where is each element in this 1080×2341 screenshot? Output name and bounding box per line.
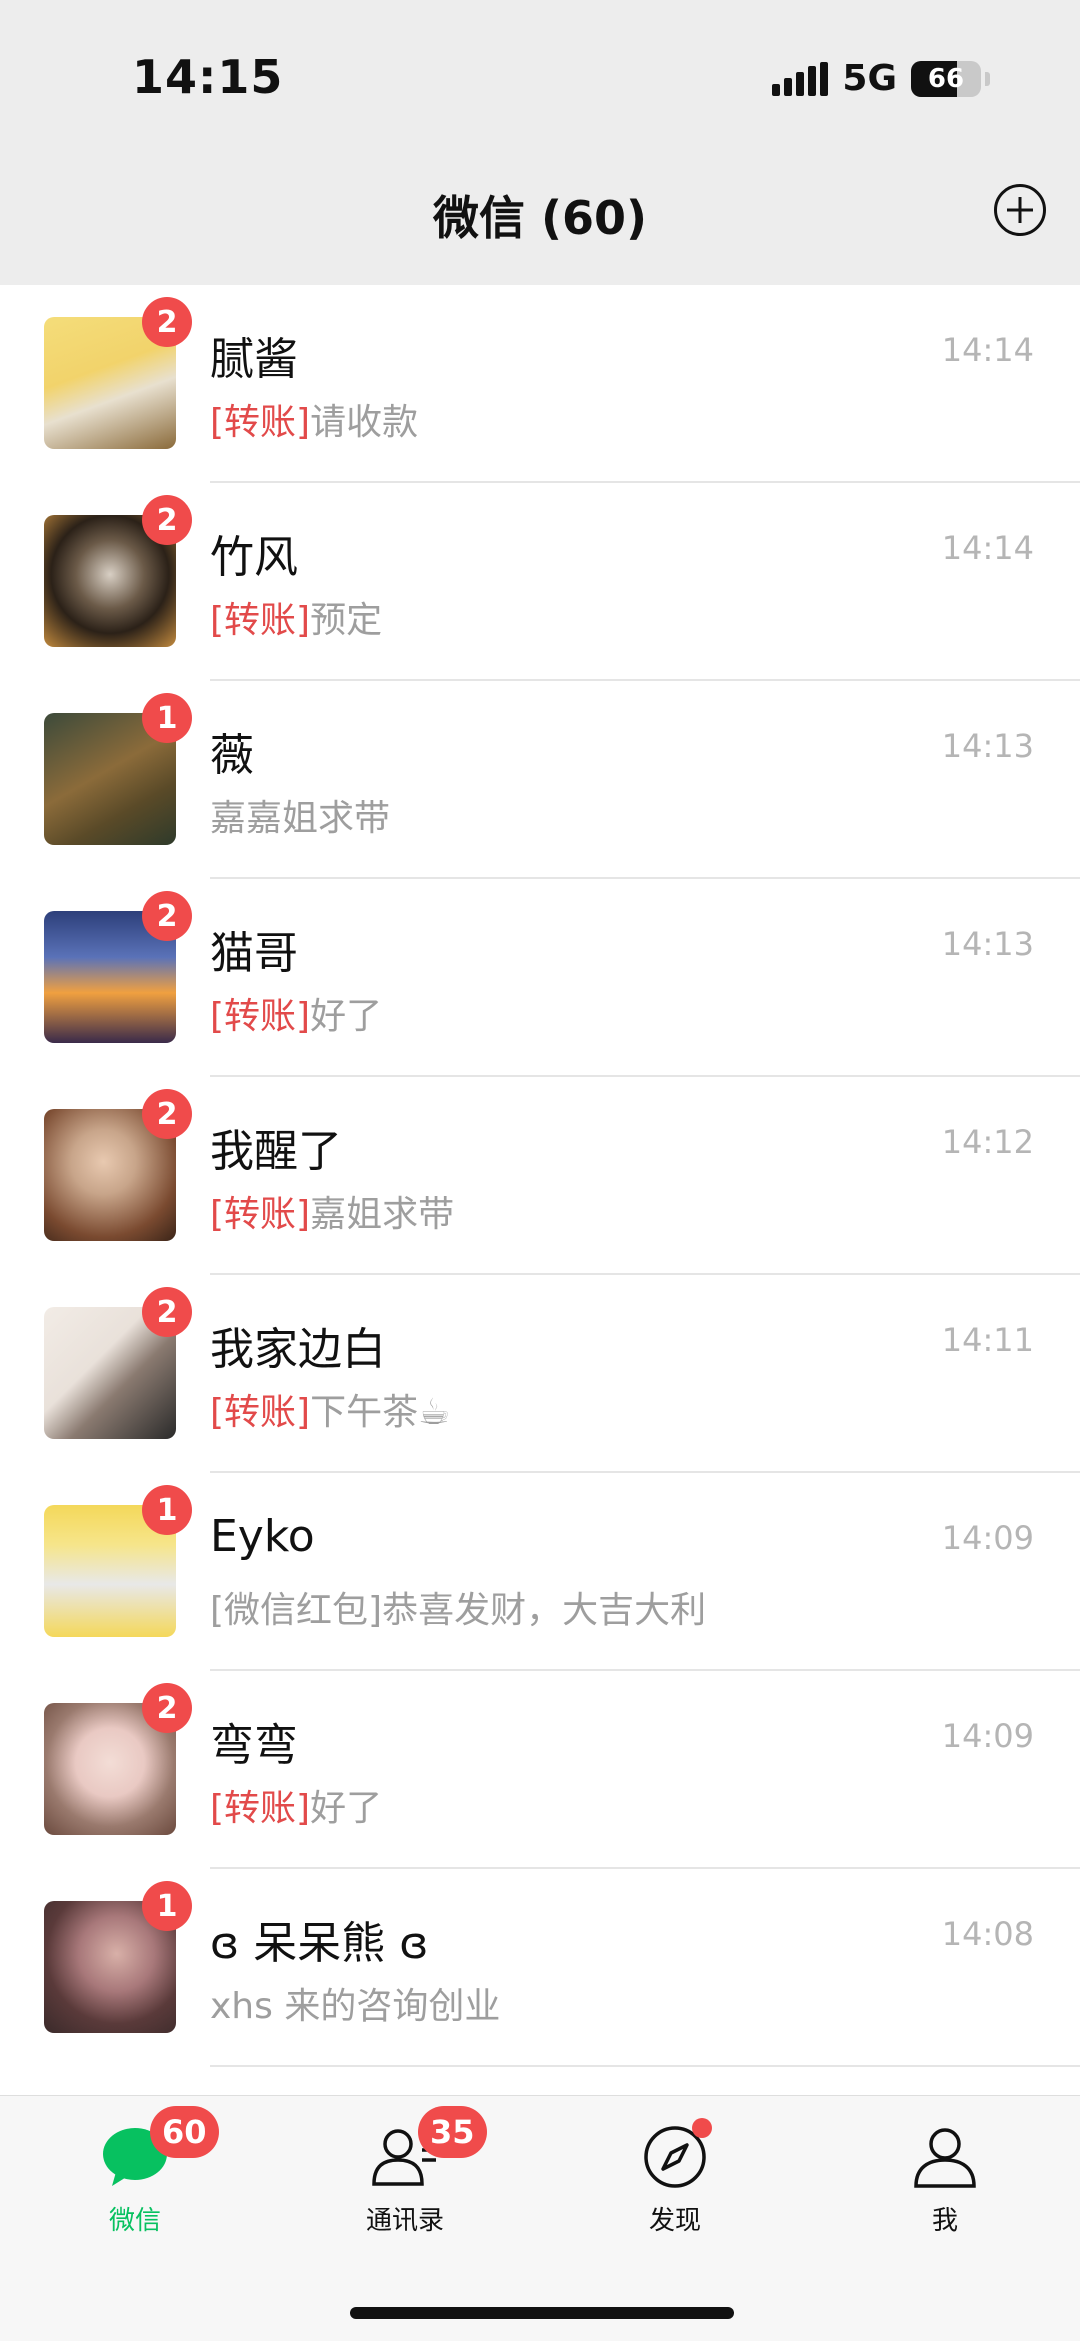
tab-label: 我 — [931, 2206, 958, 2236]
preview-text: 嘉姐求带 — [310, 1194, 455, 1235]
unread-badge: 2 — [142, 891, 192, 941]
chat-row[interactable]: 1 薇 14:13 嘉嘉姐求带 — [0, 681, 1080, 879]
preview-tag: [转账] — [210, 600, 311, 641]
page-title: 微信 (60) — [432, 191, 648, 245]
chat-preview: 嘉嘉姐求带 — [210, 789, 390, 841]
chat-name: Eyko — [210, 1511, 315, 1562]
chat-row[interactable]: 1 Eyko 14:09 [微信红包]恭喜发财，大吉大利 — [0, 1473, 1080, 1671]
chat-name: ɞ 呆呆熊 ɞ — [210, 1918, 429, 1969]
unread-badge: 1 — [142, 1881, 192, 1931]
chat-preview: [转账]请收款 — [210, 393, 418, 445]
chat-row[interactable]: 2 猫哥 14:13 [转账]好了 — [0, 879, 1080, 1077]
person-icon — [910, 2122, 980, 2192]
tab-label: 发现 — [648, 2206, 701, 2236]
network-label: 5G — [842, 58, 897, 99]
chat-time: 14:14 — [941, 529, 1034, 567]
preview-text: 嘉嘉姐求带 — [210, 798, 391, 839]
tab-badge: 60 — [150, 2106, 219, 2158]
preview-tag: [转账] — [210, 996, 311, 1037]
home-indicator — [350, 2307, 734, 2319]
plus-circle-icon[interactable] — [994, 184, 1046, 236]
chat-row[interactable]: 2 我醒了 14:12 [转账]嘉姐求带 — [0, 1077, 1080, 1275]
unread-badge: 2 — [142, 1683, 192, 1733]
chat-time: 14:09 — [941, 1717, 1034, 1755]
battery-level: 66 — [927, 63, 965, 94]
tab-contacts[interactable]: 35 通讯录 — [270, 2096, 540, 2256]
chat-name: 我醒了 — [210, 1126, 342, 1177]
unread-badge: 2 — [142, 495, 192, 545]
preview-text: 请收款 — [310, 402, 419, 443]
preview-text: [微信红包]恭喜发财，大吉大利 — [210, 1590, 707, 1631]
tab-label: 通讯录 — [365, 2206, 444, 2236]
chat-row-partial[interactable] — [0, 2067, 1080, 2095]
chat-name: 我家边白 — [210, 1324, 386, 1375]
battery-tip — [985, 71, 990, 86]
chat-preview: [微信红包]恭喜发财，大吉大利 — [210, 1581, 706, 1633]
chat-time: 14:13 — [941, 727, 1034, 765]
battery-icon: 66 — [911, 60, 981, 97]
tab-dot — [692, 2118, 712, 2138]
tab-label: 微信 — [108, 2206, 161, 2236]
tab-chats[interactable]: 60 微信 — [0, 2096, 270, 2256]
signal-icon — [772, 61, 829, 96]
nav-bar: 微信 (60) — [0, 150, 1080, 285]
preview-text: 好了 — [310, 996, 383, 1037]
preview-tag: [转账] — [210, 1392, 311, 1433]
unread-badge: 2 — [142, 1287, 192, 1337]
chat-preview: [转账]下午茶☕ — [210, 1383, 450, 1435]
chat-row[interactable]: 2 竹风 14:14 [转账]预定 — [0, 483, 1080, 681]
unread-badge: 2 — [142, 1089, 192, 1139]
chat-preview: [转账]嘉姐求带 — [210, 1185, 454, 1237]
preview-text: 预定 — [310, 600, 383, 641]
chat-time: 14:09 — [941, 1519, 1034, 1557]
chat-time: 14:08 — [941, 1915, 1034, 1953]
status-time: 14:15 — [132, 50, 284, 104]
chat-time: 14:12 — [941, 1123, 1034, 1161]
chat-row[interactable]: 1 ɞ 呆呆熊 ɞ 14:08 xhs 来的咨询创业 — [0, 1869, 1080, 2067]
preview-text: xhs 来的咨询创业 — [210, 1986, 501, 2027]
status-indicators: 5G 66 — [772, 58, 990, 99]
preview-tag: [转账] — [210, 1194, 311, 1235]
chat-list[interactable]: 2 腻酱 14:14 [转账]请收款 2 竹风 14:14 [转账]预定 1 薇… — [0, 285, 1080, 2095]
chat-preview: [转账]预定 — [210, 591, 382, 643]
chat-row[interactable]: 2 弯弯 14:09 [转账]好了 — [0, 1671, 1080, 1869]
tab-discover[interactable]: 发现 — [540, 2096, 810, 2256]
chat-time: 14:11 — [941, 1321, 1034, 1359]
tab-badge: 35 — [418, 2106, 487, 2158]
chat-preview: [转账]好了 — [210, 1779, 382, 1831]
preview-tag: [转账] — [210, 1788, 311, 1829]
chat-preview: [转账]好了 — [210, 987, 382, 1039]
chat-row[interactable]: 2 腻酱 14:14 [转账]请收款 — [0, 285, 1080, 483]
chat-row[interactable]: 2 我家边白 14:11 [转账]下午茶☕ — [0, 1275, 1080, 1473]
preview-text: 下午茶☕ — [310, 1392, 451, 1433]
chat-name: 腻酱 — [210, 334, 298, 385]
chat-time: 14:13 — [941, 925, 1034, 963]
chat-preview: xhs 来的咨询创业 — [210, 1977, 500, 2029]
preview-tag: [转账] — [210, 402, 311, 443]
chat-name: 竹风 — [210, 532, 298, 583]
status-bar: 14:15 5G 66 — [0, 0, 1080, 150]
chat-name: 弯弯 — [210, 1720, 298, 1771]
tab-bar: 60 微信 35 通讯录 发现 我 — [0, 2095, 1080, 2341]
unread-badge: 1 — [142, 1485, 192, 1535]
chat-time: 14:14 — [941, 331, 1034, 369]
unread-badge: 1 — [142, 693, 192, 743]
chat-name: 薇 — [210, 730, 254, 781]
unread-badge: 2 — [142, 297, 192, 347]
chat-name: 猫哥 — [210, 928, 298, 979]
tab-me[interactable]: 我 — [810, 2096, 1080, 2256]
preview-text: 好了 — [310, 1788, 383, 1829]
